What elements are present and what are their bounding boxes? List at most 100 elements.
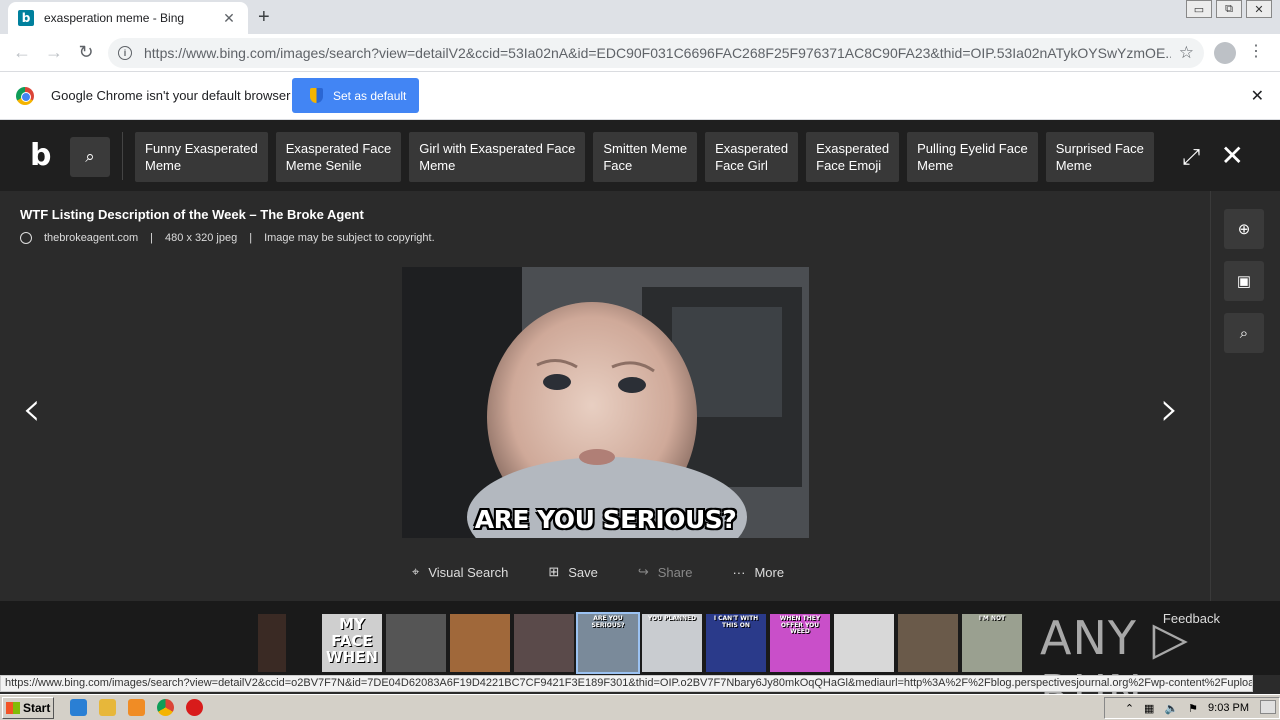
source-domain[interactable]: thebrokeagent.com — [44, 232, 138, 244]
forward-icon[interactable]: → — [38, 42, 70, 63]
infobar-close-icon[interactable]: ✕ — [1251, 86, 1264, 106]
restore-button[interactable]: ⧉ — [1216, 0, 1242, 18]
search-icon[interactable]: ⌕ — [70, 137, 110, 177]
minimize-button[interactable]: ▭ — [1186, 0, 1212, 18]
filmstrip-thumbnail[interactable] — [386, 614, 446, 672]
close-viewer-icon[interactable]: ✕ — [1221, 139, 1244, 172]
url-text[interactable]: https://www.bing.com/images/search?view=… — [144, 45, 1171, 61]
image-icon[interactable]: ▣ — [1224, 261, 1264, 301]
chip-line-2: Meme — [145, 158, 182, 173]
previous-arrow-icon[interactable]: ‹ — [22, 381, 41, 437]
chip-line-2: Meme Senile — [285, 158, 362, 173]
meta-separator: | — [150, 232, 154, 244]
chip-line-2: Face Girl — [715, 158, 768, 173]
filmstrip-thumbnail[interactable]: ARE YOU SERIOUS? — [576, 612, 640, 674]
filmstrip-thumbnail[interactable] — [514, 614, 574, 672]
globe-icon — [20, 232, 32, 244]
show-desktop-icon[interactable] — [1260, 700, 1276, 714]
filmstrip: Feedback ANY ▷ RUN My faceMY FACE WHENAR… — [0, 601, 1280, 719]
window-controls: ▭ ⧉ ✕ — [1186, 0, 1272, 18]
thumbnail-caption — [450, 614, 510, 616]
image-meta: thebrokeagent.com | 480 x 320 jpeg | Ima… — [20, 232, 435, 244]
window-close-button[interactable]: ✕ — [1246, 0, 1272, 18]
chip-line-2: Meme — [1055, 158, 1092, 173]
start-label: Start — [23, 700, 51, 715]
bing-logo-icon[interactable]: b — [30, 140, 54, 172]
filmstrip-thumbnail[interactable] — [450, 614, 510, 672]
chip-line-2: Meme — [917, 158, 954, 173]
related-search-chip[interactable]: Exasperated Face Girl — [705, 132, 799, 182]
quick-launch — [70, 699, 203, 716]
thumbnail-caption: WHEN THEY OFFER YOU WEED — [779, 615, 821, 636]
thumbnail-caption — [386, 614, 446, 616]
copyright-note: Image may be subject to copyright. — [264, 232, 435, 244]
set-default-button[interactable]: Set as default — [292, 78, 419, 113]
chrome-taskbar-icon[interactable] — [157, 699, 174, 716]
pages-with-image-icon[interactable]: ⊕ — [1224, 209, 1264, 249]
new-tab-icon[interactable]: + — [258, 6, 270, 29]
info-icon[interactable]: i — [118, 46, 132, 60]
back-icon[interactable]: ← — [6, 42, 38, 63]
share-button[interactable]: ↪ Share — [638, 564, 693, 580]
filmstrip-thumbnail[interactable]: MY FACE WHEN — [322, 614, 382, 672]
filmstrip-thumbnail[interactable]: I'M NOT — [962, 614, 1022, 672]
chip-line-1: Smitten Meme — [603, 141, 688, 156]
link-status-bar: https://www.bing.com/images/search?view=… — [0, 675, 1253, 692]
filmstrip-thumbnail[interactable]: I CAN'T WITH THIS ON — [706, 614, 766, 672]
filmstrip-thumbnail[interactable] — [834, 614, 894, 672]
tray-arrow-icon[interactable]: ⌃ — [1125, 702, 1134, 715]
clock[interactable]: 9:03 PM — [1208, 702, 1249, 714]
network-icon[interactable]: ▦ — [1144, 702, 1154, 715]
page-title[interactable]: WTF Listing Description of the Week – Th… — [20, 207, 364, 222]
image-actions: ⌖ Visual Search ⊞ Save ↪ Share ··· More — [412, 564, 784, 580]
tab-close-icon[interactable]: ✕ — [220, 10, 238, 27]
next-arrow-icon[interactable]: › — [1160, 381, 1179, 437]
filmstrip-thumbnail[interactable]: My face — [258, 614, 286, 672]
tab-active[interactable]: b exasperation meme - Bing ✕ — [8, 2, 248, 34]
tab-title: exasperation meme - Bing — [44, 11, 185, 25]
filmstrip-thumbnail[interactable]: WHEN THEY OFFER YOU WEED — [770, 614, 830, 672]
related-search-chip[interactable]: Exasperated Face Meme Senile — [275, 132, 402, 182]
related-search-chip[interactable]: Exasperated Face Emoji — [806, 132, 900, 182]
expand-icon[interactable]: ⤢ — [1182, 144, 1200, 170]
thumbnail-caption: YOU PLANNED — [647, 615, 697, 622]
more-dots-icon: ··· — [732, 564, 746, 580]
image-detail-pane: WTF Listing Description of the Week – Th… — [0, 191, 1210, 601]
related-search-chip[interactable]: Funny Exasperated Meme — [135, 132, 268, 182]
bookmark-star-icon[interactable]: ☆ — [1179, 43, 1194, 63]
media-player-icon[interactable] — [128, 699, 145, 716]
related-search-chip[interactable]: Pulling Eyelid Face Meme — [907, 132, 1038, 182]
more-label: More — [754, 564, 785, 580]
image-dimensions: 480 x 320 jpeg — [165, 232, 238, 244]
explorer-folder-icon[interactable] — [99, 699, 116, 716]
ie-icon[interactable] — [70, 699, 87, 716]
thumbnail-caption — [514, 614, 574, 616]
more-button[interactable]: ··· More — [732, 564, 784, 580]
meta-separator: | — [249, 232, 253, 244]
profile-avatar-icon[interactable] — [1214, 42, 1236, 64]
save-label: Save — [568, 564, 598, 580]
related-search-chip[interactable]: Girl with Exasperated Face Meme — [409, 132, 586, 182]
reload-icon[interactable]: ↻ — [70, 42, 102, 63]
save-button[interactable]: ⊞ Save — [548, 564, 598, 580]
thumbnail-caption: My face — [258, 614, 286, 616]
chip-line-1: Funny Exasperated — [145, 141, 258, 156]
related-search-chip[interactable]: Smitten Meme Face — [593, 132, 698, 182]
start-button[interactable]: Start — [2, 696, 54, 719]
related-search-chip[interactable]: Surprised Face Meme — [1045, 132, 1154, 182]
filmstrip-thumbnail[interactable]: YOU PLANNED — [642, 614, 702, 672]
address-bar[interactable]: i https://www.bing.com/images/search?vie… — [108, 38, 1204, 68]
volume-icon[interactable]: 🔈 — [1164, 702, 1178, 715]
visual-search-icon: ⌖ — [412, 564, 420, 579]
divider — [122, 132, 123, 180]
browser-toolbar: ← → ↻ i https://www.bing.com/images/sear… — [0, 34, 1280, 72]
zoom-search-icon[interactable]: ⌕ — [1224, 313, 1264, 353]
filmstrip-thumbnail[interactable] — [898, 614, 958, 672]
opera-stop-icon[interactable] — [186, 699, 203, 716]
flag-icon[interactable]: ⚑ — [1188, 702, 1198, 715]
menu-icon[interactable]: ⋮ — [1248, 41, 1264, 61]
visual-search-button[interactable]: ⌖ Visual Search — [412, 564, 508, 580]
system-tray: ⌃ ▦ 🔈 ⚑ 9:03 PM — [1104, 697, 1280, 719]
chip-line-1: Pulling Eyelid Face — [917, 141, 1028, 156]
main-image[interactable]: ARE YOU SERIOUS? — [402, 267, 809, 538]
